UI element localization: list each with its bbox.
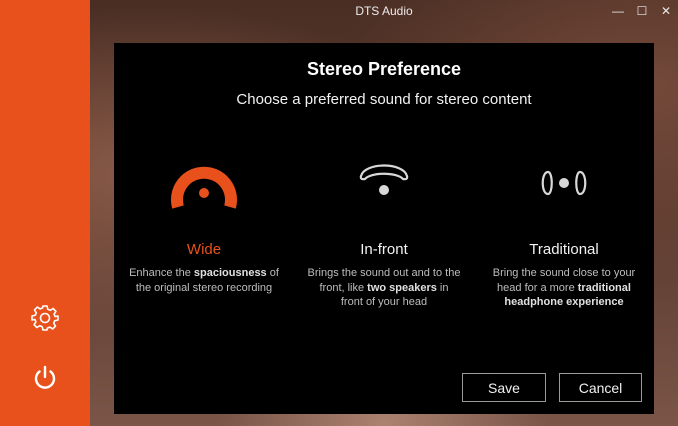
- sidebar: [0, 0, 90, 426]
- in-front-sound-icon: [299, 143, 469, 223]
- option-description: Enhance the spaciousness of the original…: [119, 266, 289, 295]
- option-label: In-front: [360, 241, 408, 258]
- description-highlight: two speakers: [367, 281, 437, 294]
- save-button[interactable]: Save: [462, 373, 546, 402]
- traditional-sound-icon: [479, 143, 649, 223]
- option-description: Brings the sound out and to the front, l…: [299, 266, 469, 310]
- option-description: Bring the sound close to your head for a…: [479, 266, 649, 310]
- close-button[interactable]: ✕: [654, 0, 678, 22]
- cancel-button[interactable]: Cancel: [559, 373, 642, 402]
- window-title: DTS Audio: [355, 4, 413, 18]
- power-icon[interactable]: [25, 358, 65, 398]
- window-controls: — ☐ ✕: [606, 0, 678, 22]
- option-label: Wide: [186, 241, 222, 258]
- option-in-front[interactable]: In-front Brings the sound out and to the…: [299, 143, 469, 310]
- option-label: Traditional: [529, 241, 599, 258]
- maximize-button[interactable]: ☐: [630, 0, 654, 22]
- option-wide[interactable]: Wide Enhance the spaciousness of the ori…: [119, 143, 289, 295]
- gear-icon[interactable]: [25, 298, 65, 338]
- title-bar: DTS Audio — ☐ ✕: [90, 0, 678, 22]
- description-highlight: spaciousness: [193, 267, 267, 279]
- dialog-subtitle: Choose a preferred sound for stereo cont…: [236, 91, 532, 108]
- description-text: Enhance the: [129, 267, 194, 279]
- wide-sound-icon: [119, 143, 289, 223]
- stereo-preference-dialog: Stereo Preference Choose a preferred sou…: [114, 43, 654, 414]
- option-traditional[interactable]: Traditional Bring the sound close to you…: [479, 143, 649, 310]
- dialog-title: Stereo Preference: [306, 59, 462, 79]
- minimize-button[interactable]: —: [606, 0, 630, 22]
